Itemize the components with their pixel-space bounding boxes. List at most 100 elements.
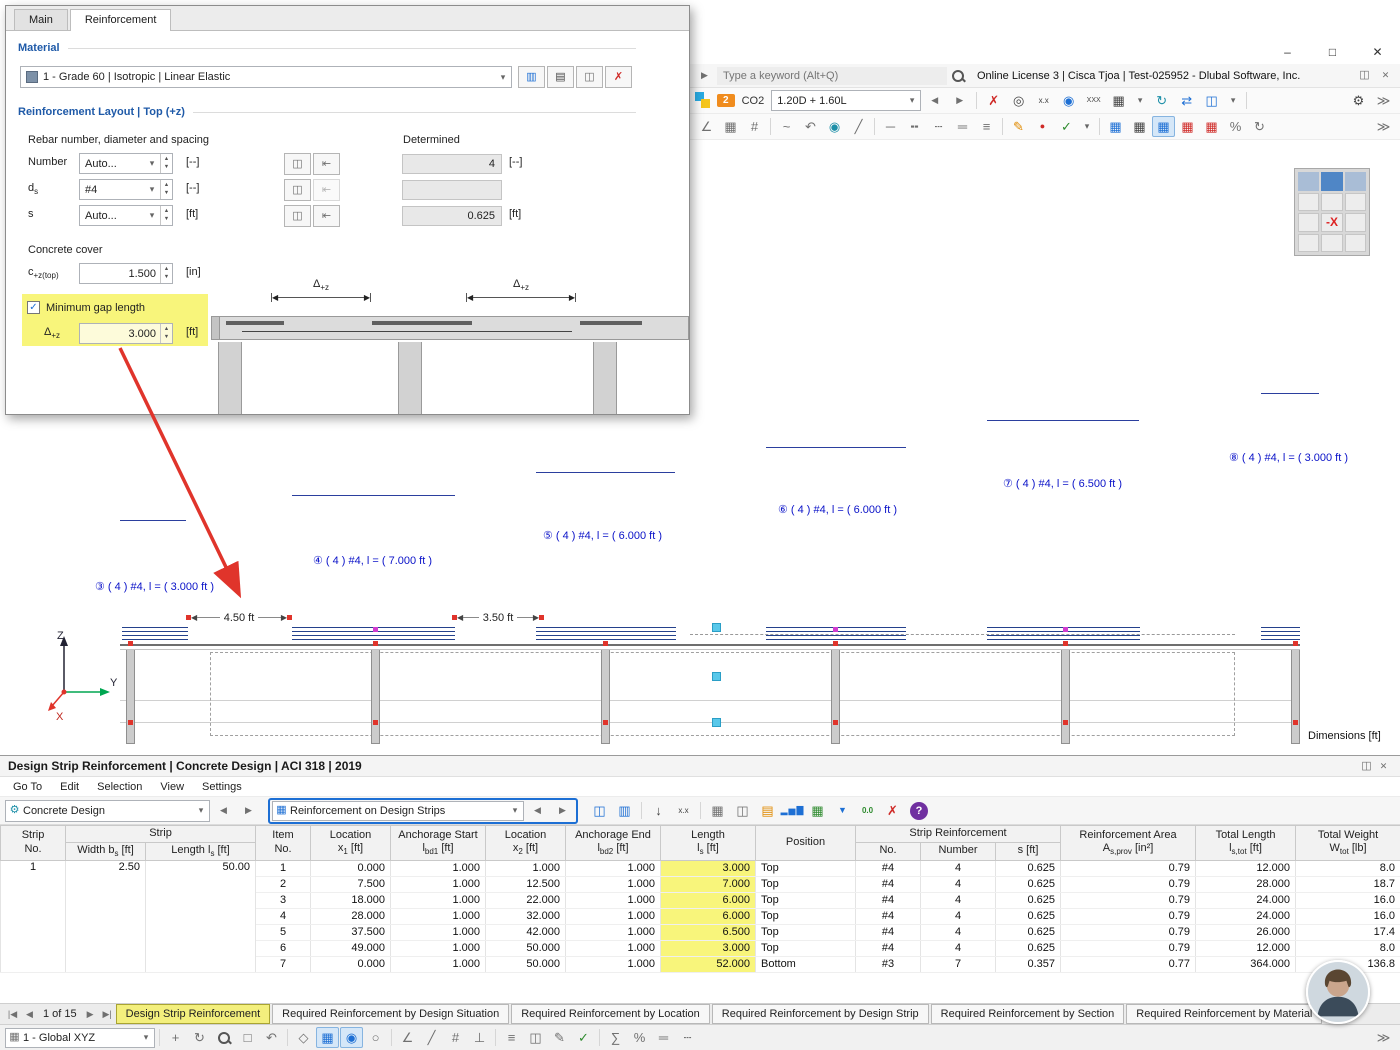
table-cell[interactable]: 0.357 <box>996 956 1061 972</box>
exchange-icon[interactable] <box>1175 90 1198 111</box>
filter-icon[interactable] <box>831 800 854 821</box>
snap-angle-icon[interactable] <box>396 1027 419 1048</box>
section-icon[interactable] <box>847 116 870 137</box>
table-cell[interactable]: 1 <box>256 860 311 876</box>
table-cell[interactable]: 1.000 <box>391 860 486 876</box>
grid-snap-icon[interactable] <box>444 1027 467 1048</box>
selection-handle[interactable] <box>712 672 721 681</box>
column-header[interactable]: Length ls [ft] <box>146 842 256 860</box>
table-view-widget[interactable]: -X <box>1294 168 1370 256</box>
table-1-icon[interactable] <box>1104 116 1127 137</box>
table-cell[interactable]: Top <box>756 940 856 956</box>
node[interactable] <box>128 641 133 646</box>
next-load-button[interactable] <box>948 90 971 111</box>
node[interactable] <box>833 720 838 725</box>
node[interactable] <box>833 641 838 646</box>
node[interactable] <box>603 641 608 646</box>
table-cell[interactable]: 4 <box>921 892 996 908</box>
settings-icon[interactable] <box>1347 90 1370 111</box>
table-cell[interactable]: 6.500 <box>661 924 756 940</box>
close-panel-icon[interactable] <box>1377 67 1394 84</box>
table-cell[interactable]: 0.79 <box>1061 876 1196 892</box>
table-cell[interactable]: Top <box>756 860 856 876</box>
spacing-stepper[interactable] <box>160 206 172 225</box>
previous-load-button[interactable] <box>923 90 946 111</box>
column-header[interactable]: Total Lengthls,tot [ft] <box>1196 826 1296 861</box>
table-cell[interactable]: 4 <box>921 908 996 924</box>
table-cell[interactable]: 0.625 <box>996 876 1061 892</box>
rendering-icon[interactable] <box>316 1027 339 1048</box>
diameter-stepper[interactable] <box>160 180 172 199</box>
table-cell[interactable]: 1.000 <box>566 924 661 940</box>
table-cell[interactable]: 12.000 <box>1196 860 1296 876</box>
column-header[interactable]: Locationx2 [ft] <box>486 826 566 861</box>
column-header[interactable]: Number <box>921 842 996 860</box>
clear-table-icon[interactable] <box>881 800 904 821</box>
excel-export-icon[interactable] <box>806 800 829 821</box>
open-table-icon[interactable] <box>756 800 779 821</box>
load-icon[interactable] <box>1031 116 1054 137</box>
delete-results-icon[interactable] <box>982 90 1005 111</box>
node[interactable] <box>1293 720 1298 725</box>
material-new-button[interactable] <box>547 66 574 88</box>
show-results-icon[interactable] <box>1007 90 1030 111</box>
previous-table-button[interactable] <box>21 1006 38 1023</box>
layers-icon[interactable] <box>500 1027 523 1048</box>
percent-icon[interactable] <box>1224 116 1247 137</box>
table-cell[interactable]: 42.000 <box>486 924 566 940</box>
diameter-apply-button[interactable] <box>313 179 340 201</box>
dimension-left[interactable]: ◀ 4.50 ft ▶ <box>186 611 292 624</box>
column-header[interactable]: No. <box>856 842 921 860</box>
table-cell[interactable]: 0.625 <box>996 892 1061 908</box>
table-cell[interactable]: 26.000 <box>1196 924 1296 940</box>
building-model-icon[interactable] <box>1107 90 1130 111</box>
table-cell[interactable]: 12.500 <box>486 876 566 892</box>
edit-mode-icon[interactable] <box>548 1027 571 1048</box>
negative-x-view-button[interactable]: -X <box>1321 213 1342 232</box>
load-combination-select[interactable]: 1.20D + 1.60L <box>771 90 921 111</box>
tab-required-by-location[interactable]: Required Reinforcement by Location <box>511 1004 710 1024</box>
table-cell[interactable]: 1.000 <box>391 956 486 972</box>
table-cell[interactable]: #4 <box>856 924 921 940</box>
table-cell[interactable]: 1.000 <box>566 876 661 892</box>
search-icon[interactable] <box>951 69 965 83</box>
table-cell[interactable]: 0.000 <box>311 956 391 972</box>
table-cell[interactable]: 1.000 <box>566 940 661 956</box>
selection-handle[interactable] <box>712 718 721 727</box>
material-delete-button[interactable] <box>605 66 632 88</box>
table-cell[interactable]: 7.000 <box>661 876 756 892</box>
line-style-dotted-icon[interactable] <box>927 116 950 137</box>
node-magenta[interactable] <box>1063 627 1068 632</box>
column-group-header[interactable]: Strip Reinforcement <box>856 826 1061 843</box>
table-cell[interactable]: 6 <box>256 940 311 956</box>
table-results-icon[interactable] <box>1176 116 1199 137</box>
wireframe-icon[interactable] <box>364 1027 387 1048</box>
table-cell[interactable]: 18.7 <box>1296 876 1400 892</box>
column-header[interactable]: Reinforcement AreaAs,prov [in²] <box>1061 826 1196 861</box>
cover-input[interactable]: 1.500 <box>79 263 173 284</box>
menu-go-to[interactable]: Go To <box>4 781 51 793</box>
table-cell[interactable]: #4 <box>856 908 921 924</box>
menu-settings[interactable]: Settings <box>193 781 251 793</box>
table-cell[interactable]: 32.000 <box>486 908 566 924</box>
table-cell[interactable]: 0.79 <box>1061 940 1196 956</box>
table-cell[interactable]: 1.000 <box>391 908 486 924</box>
table-cell[interactable]: 16.0 <box>1296 892 1400 908</box>
table-view-icon[interactable] <box>731 800 754 821</box>
rebar-annotation[interactable]: ④ ( 4 ) #4, l = ( 7.000 ft ) <box>313 554 432 567</box>
table-cell[interactable]: 12.000 <box>1196 940 1296 956</box>
rebar-annotation[interactable]: ⑥ ( 4 ) #4, l = ( 6.000 ft ) <box>778 503 897 516</box>
number-select[interactable]: Auto... <box>79 153 173 174</box>
rebar-annotation[interactable]: ③ ( 4 ) #4, l = ( 3.000 ft ) <box>95 580 214 593</box>
edit-icon[interactable] <box>1007 116 1030 137</box>
expand-icon[interactable] <box>696 67 713 84</box>
tab-required-by-material[interactable]: Required Reinforcement by Material <box>1126 1004 1322 1024</box>
material-edit-button[interactable] <box>576 66 603 88</box>
line-tool-icon[interactable] <box>775 116 798 137</box>
camera-icon[interactable] <box>823 116 846 137</box>
pin-values-icon[interactable] <box>1057 90 1080 111</box>
table-cell[interactable]: 50.00 <box>146 860 256 972</box>
table-cell[interactable]: 3.000 <box>661 940 756 956</box>
table-cell[interactable]: 4 <box>256 908 311 924</box>
previous-view-icon[interactable] <box>260 1027 283 1048</box>
